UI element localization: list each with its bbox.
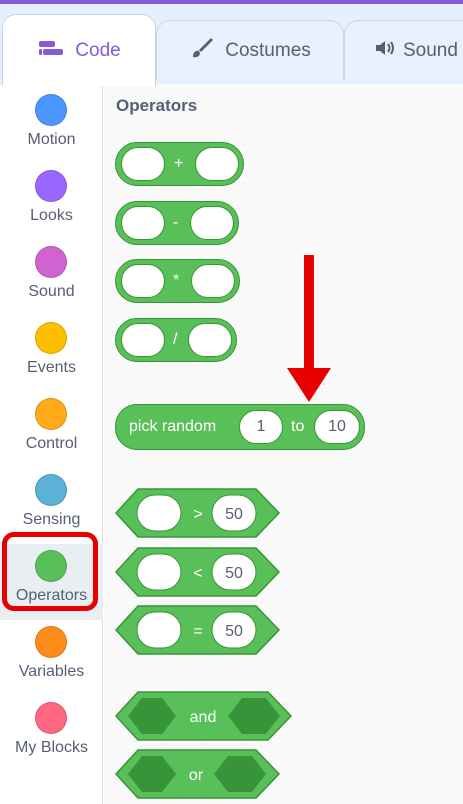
operator-symbol: < <box>193 565 202 582</box>
category-label: Events <box>27 359 76 376</box>
operator-symbol: * <box>173 272 180 289</box>
compare-value: 50 <box>225 565 243 582</box>
random-from-input[interactable]: 1 <box>239 410 283 444</box>
motion-color-dot <box>35 94 67 126</box>
less-than-block[interactable]: < 50 <box>114 546 282 598</box>
category-label: Variables <box>18 663 85 680</box>
palette-section-title: Operators <box>116 96 198 115</box>
category-looks[interactable]: Looks <box>0 164 103 240</box>
right-input[interactable] <box>190 206 234 240</box>
left-input[interactable] <box>121 264 165 298</box>
right-input[interactable] <box>188 323 232 357</box>
control-color-dot <box>35 398 67 430</box>
left-input[interactable] <box>136 494 182 532</box>
left-input[interactable] <box>121 147 165 181</box>
category-label: Control <box>25 435 78 452</box>
tab-code[interactable]: Code <box>2 14 156 86</box>
tab-costumes[interactable]: Costumes <box>156 20 344 80</box>
brush-icon <box>189 35 215 67</box>
and-block[interactable]: and <box>114 690 294 742</box>
add-block[interactable]: + <box>115 142 244 186</box>
category-menu: Motion Looks Sound Events Control Sensin… <box>0 84 103 804</box>
operator-symbol: / <box>173 331 178 348</box>
operator-symbol: - <box>173 214 179 231</box>
category-variables[interactable]: Variables <box>0 620 103 696</box>
category-sound[interactable]: Sound <box>0 240 103 316</box>
left-input[interactable] <box>121 323 165 357</box>
to-label: to <box>291 418 305 435</box>
operators-highlight-box <box>2 532 98 611</box>
looks-color-dot <box>35 170 67 202</box>
left-input[interactable] <box>121 206 165 240</box>
random-to-input[interactable]: 10 <box>314 410 360 444</box>
category-events[interactable]: Events <box>0 316 103 392</box>
operator-symbol: + <box>174 155 184 172</box>
category-control[interactable]: Control <box>0 392 103 468</box>
pick-random-label: pick random <box>129 418 217 435</box>
category-motion[interactable]: Motion <box>0 88 103 164</box>
red-arrow-shaft <box>304 255 314 373</box>
sound-color-dot <box>35 246 67 278</box>
right-input[interactable] <box>195 147 239 181</box>
category-label: Sensing <box>22 511 81 528</box>
tab-sound-label: Sound <box>403 39 458 61</box>
compare-value: 50 <box>225 506 243 523</box>
multiply-block[interactable]: * <box>115 259 240 303</box>
divide-block[interactable]: / <box>115 318 237 362</box>
tab-costumes-label: Costumes <box>225 39 311 61</box>
and-label: and <box>190 709 217 726</box>
greater-than-block[interactable]: > 50 <box>114 487 282 539</box>
left-input[interactable] <box>136 611 182 649</box>
my-blocks-color-dot <box>35 702 67 734</box>
speaker-icon <box>373 37 397 65</box>
category-label: Motion <box>27 131 76 148</box>
variables-color-dot <box>35 626 67 658</box>
subtract-block[interactable]: - <box>115 201 239 245</box>
events-color-dot <box>35 322 67 354</box>
or-block[interactable]: or <box>114 748 282 800</box>
category-my-blocks[interactable]: My Blocks <box>0 696 103 772</box>
left-input[interactable] <box>136 553 182 591</box>
or-label: or <box>189 767 204 784</box>
tab-sound[interactable]: Sound <box>344 20 463 80</box>
red-arrow-head <box>287 368 331 402</box>
operator-symbol: > <box>193 506 202 523</box>
operator-symbol: = <box>193 623 202 640</box>
equals-block[interactable]: = 50 <box>114 604 282 656</box>
compare-value: 50 <box>225 623 243 640</box>
category-label: Sound <box>28 283 75 300</box>
code-icon <box>37 38 65 64</box>
tab-code-label: Code <box>75 39 121 61</box>
category-label: Looks <box>30 207 73 224</box>
pick-random-block[interactable]: pick random 1 to 10 <box>115 404 365 450</box>
sensing-color-dot <box>35 474 67 506</box>
category-label: My Blocks <box>15 739 88 756</box>
right-input[interactable] <box>191 264 235 298</box>
